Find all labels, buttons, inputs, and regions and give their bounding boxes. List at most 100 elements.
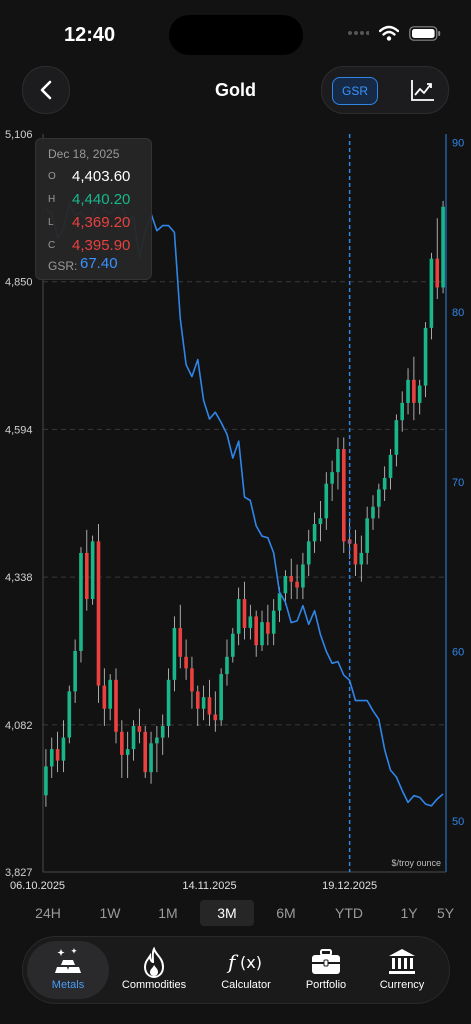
range-ytd[interactable]: YTD — [323, 900, 375, 926]
candle-body — [49, 749, 54, 767]
y-right-tick-label: 60 — [452, 646, 464, 658]
cellular-signal-icon — [348, 31, 369, 35]
unit-label: $/troy ounce — [391, 858, 441, 868]
candle-body — [231, 633, 235, 657]
candle-body — [125, 749, 130, 755]
candle-body — [382, 477, 387, 490]
close-value: 4,395.90 — [72, 237, 131, 254]
candle-body — [84, 552, 89, 600]
candle-body — [207, 697, 212, 715]
y-left-tick-label: 4,338 — [5, 572, 33, 584]
y-right-tick-label: 80 — [452, 307, 464, 319]
tab-metals[interactable]: Metals — [27, 941, 109, 999]
candle-body — [55, 749, 60, 761]
candle-body — [73, 651, 77, 692]
candle-body — [266, 622, 270, 634]
candle-body — [137, 726, 142, 732]
y-left-tick-label: 3,827 — [5, 867, 33, 879]
status-time: 12:40 — [64, 24, 116, 46]
candle-body — [295, 581, 299, 588]
candle-body — [417, 385, 422, 403]
candle-body — [324, 483, 329, 519]
range-3m[interactable]: 3M — [200, 900, 254, 926]
y-right-tick-label: 90 — [452, 137, 464, 149]
y-right-tick-label: 50 — [452, 816, 464, 828]
candle-body — [102, 685, 107, 709]
candle-body — [441, 206, 445, 288]
svg-text:(x): (x) — [240, 953, 262, 972]
candle-body — [190, 668, 194, 692]
candle-body — [394, 420, 399, 455]
time-range-selector: 24H 1W 1M 3M 6M YTD 1Y 5Y — [0, 900, 471, 928]
candle-body — [248, 616, 253, 628]
candle-body — [44, 766, 48, 796]
candle-body — [108, 679, 112, 709]
candle-body — [143, 731, 148, 773]
candle-body — [219, 674, 223, 721]
range-1y[interactable]: 1Y — [383, 900, 435, 926]
candle-body — [131, 726, 136, 750]
high-label: H — [48, 194, 56, 205]
range-5y[interactable]: 5Y — [437, 900, 471, 926]
low-value: 4,369.20 — [72, 214, 131, 231]
tab-label-commodities: Commodities — [121, 979, 187, 991]
candle-body — [429, 258, 434, 328]
candle-body — [242, 599, 247, 628]
gsr-value: 67.40 — [80, 255, 118, 272]
y-left-tick-label: 4,850 — [5, 277, 33, 289]
candle-body — [96, 541, 101, 686]
gsr-line — [45, 196, 444, 807]
tab-calculator[interactable]: f (x) Calculator — [205, 941, 287, 999]
candle-body — [359, 552, 364, 565]
y-left-tick-label: 4,082 — [5, 720, 33, 732]
dynamic-island — [169, 15, 303, 55]
candle-body — [330, 472, 334, 484]
y-left-tick-label: 5,106 — [5, 129, 33, 141]
candle-body — [406, 379, 410, 403]
candle-body — [61, 737, 66, 761]
high-value: 4,440.20 — [72, 191, 131, 208]
tab-commodities[interactable]: Commodities — [113, 941, 195, 999]
candle-body — [306, 541, 311, 565]
ohlc-tooltip: Dec 18, 2025 O 4,403.60 H 4,440.20 L 4,3… — [35, 138, 152, 280]
candle-body — [312, 524, 317, 542]
battery-icon — [409, 25, 441, 41]
range-1w[interactable]: 1W — [84, 900, 136, 926]
x-tick-label: 19.12.2025 — [322, 880, 377, 892]
y-left-tick-label: 4,594 — [5, 424, 33, 436]
candle-body — [120, 731, 124, 755]
candle-body — [388, 454, 393, 478]
function-icon: f (x) — [226, 950, 262, 974]
candle-body — [160, 726, 165, 738]
trend-chart-icon — [411, 80, 434, 101]
candle-body — [166, 679, 171, 727]
wifi-icon — [379, 25, 399, 41]
candle-body — [225, 656, 229, 675]
range-24h[interactable]: 24H — [22, 900, 74, 926]
candle-body — [172, 627, 177, 680]
range-6m[interactable]: 6M — [260, 900, 312, 926]
gsr-toggle-button[interactable]: GSR — [332, 77, 378, 105]
trend-chart-button[interactable] — [410, 78, 436, 107]
candle-body — [353, 543, 358, 565]
x-tick-label: 14.11.2025 — [182, 880, 236, 892]
candle-body — [149, 743, 153, 773]
bottom-tab-bar: Metals Commodities f (x) Calculator Port… — [22, 936, 450, 1004]
candle-body — [178, 627, 183, 657]
status-icons — [347, 25, 441, 41]
candle-body — [67, 691, 72, 738]
candle-body — [318, 518, 323, 525]
candle-body — [289, 575, 294, 582]
tab-currency[interactable]: Currency — [361, 941, 443, 999]
open-label: O — [48, 171, 56, 182]
briefcase-icon — [312, 949, 340, 974]
candle-body — [114, 679, 118, 732]
tab-label-metals: Metals — [51, 979, 85, 991]
flame-icon — [143, 947, 165, 979]
candle-body — [365, 518, 369, 553]
range-1m[interactable]: 1M — [142, 900, 194, 926]
low-label: L — [48, 217, 54, 228]
close-label: C — [48, 240, 56, 251]
candle-body — [213, 714, 218, 721]
candle-body — [260, 622, 264, 646]
